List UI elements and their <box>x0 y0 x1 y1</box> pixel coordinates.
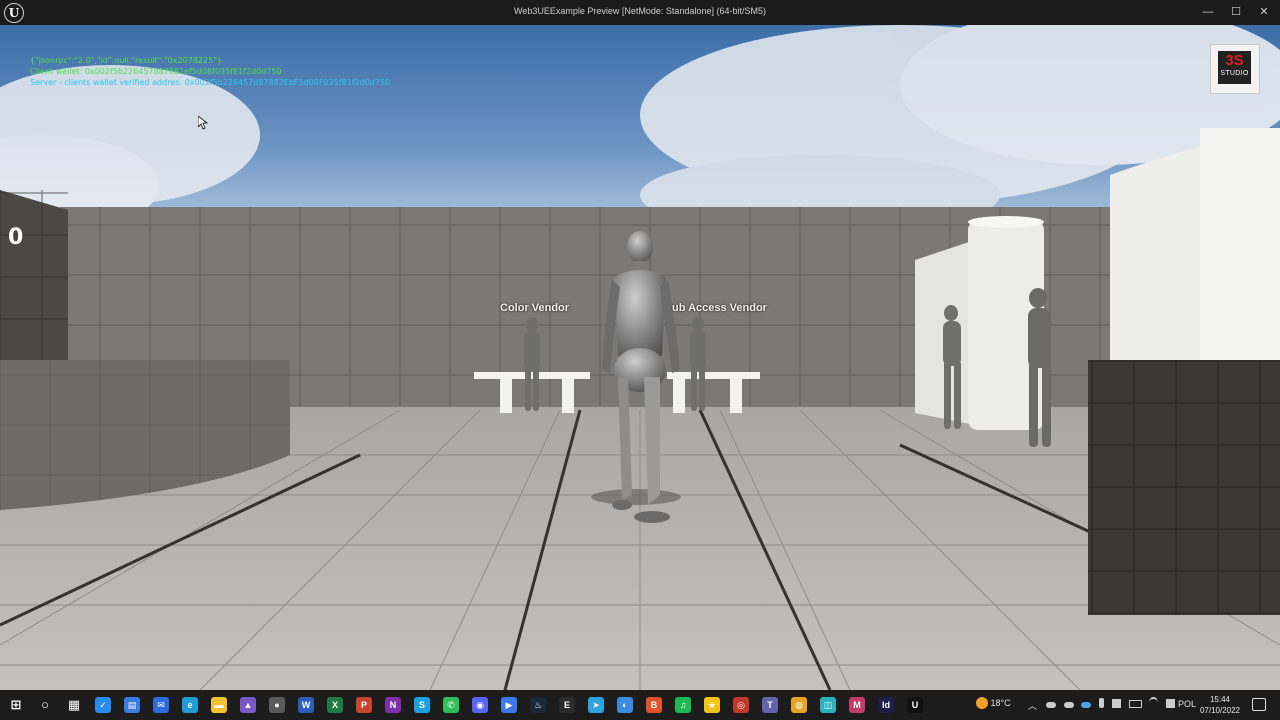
app-icon-4[interactable]: M <box>849 697 865 713</box>
file-explorer-icon[interactable]: ▬ <box>211 697 227 713</box>
window-title: Web3UEExample Preview [NetMode: Standalo… <box>514 6 766 16</box>
indesign-icon[interactable]: Id <box>878 697 894 713</box>
recorder-icon[interactable]: ◎ <box>733 697 749 713</box>
visual-studio-code-icon[interactable]: ✓ <box>95 697 111 713</box>
cloud-icon[interactable] <box>1063 702 1074 708</box>
unreal-engine-icon[interactable]: U <box>907 697 923 713</box>
mouse-cursor-icon <box>198 116 208 130</box>
minimize-button[interactable]: — <box>1193 0 1223 25</box>
whatsapp-icon[interactable]: ✆ <box>443 697 459 713</box>
search-icon[interactable]: ○ <box>37 697 53 713</box>
windows-start-icon[interactable]: ⊞ <box>8 697 24 713</box>
app-icon-3[interactable]: ◫ <box>820 697 836 713</box>
edge-icon[interactable]: e <box>182 697 198 713</box>
debug-line-server-verified: Server - clients wallet verified addres:… <box>30 78 391 87</box>
debug-line-client-wallet: Client wallet: 0x002f5b226457d87882ef5d0… <box>30 67 282 76</box>
game-scene <box>0 25 1280 690</box>
onedrive-icon[interactable] <box>1046 702 1056 708</box>
steam-icon[interactable]: ♨ <box>530 697 546 713</box>
battery-icon[interactable] <box>1128 700 1142 708</box>
chrome-icon[interactable]: ◍ <box>791 697 807 713</box>
debug-log: {"jsonrpc":"2.0","id":null,"result":"0x2… <box>30 55 390 88</box>
onedrive-blue-icon[interactable] <box>1081 702 1092 708</box>
app-icon-2[interactable]: ◐ <box>617 697 633 713</box>
close-button[interactable]: ✕ <box>1249 0 1279 25</box>
studio-logo: 3S STUDIO <box>1210 44 1260 94</box>
pen-icon[interactable] <box>1165 699 1175 708</box>
excel-icon[interactable]: X <box>327 697 343 713</box>
debug-line-jsonrpc: {"jsonrpc":"2.0","id":null,"result":"0x2… <box>30 56 222 65</box>
obs-icon[interactable]: ● <box>269 697 285 713</box>
usb-icon[interactable] <box>1112 699 1122 708</box>
window-titlebar: U Web3UEExample Preview [NetMode: Standa… <box>0 0 1280 25</box>
clock-date: 07/10/2022 <box>1199 706 1241 715</box>
star-app-icon[interactable]: ★ <box>704 697 720 713</box>
app-icon[interactable]: ▶ <box>501 697 517 713</box>
word-icon[interactable]: W <box>298 697 314 713</box>
maximize-button[interactable]: ☐ <box>1221 0 1251 25</box>
tray-icons[interactable] <box>1046 697 1179 710</box>
visual-studio-icon[interactable]: ▲ <box>240 697 256 713</box>
task-view-icon[interactable]: ▦ <box>66 697 82 713</box>
discord-icon[interactable]: ◉ <box>472 697 488 713</box>
mail-icon[interactable]: ✉ <box>153 697 169 713</box>
clock-time: 15:44 <box>1209 695 1231 704</box>
calendar-icon[interactable]: ▤ <box>124 697 140 713</box>
network-icon[interactable] <box>1149 697 1159 708</box>
skype-icon[interactable]: S <box>414 697 430 713</box>
spotify-icon[interactable]: ♫ <box>675 697 691 713</box>
onenote-icon[interactable]: N <box>385 697 401 713</box>
language-indicator[interactable]: POL <box>1178 699 1196 709</box>
notifications-icon[interactable] <box>1252 698 1266 711</box>
studio-logo-mark: 3S <box>1225 52 1244 69</box>
weather-icon <box>976 697 988 709</box>
brave-icon[interactable]: B <box>646 697 662 713</box>
studio-logo-text: STUDIO <box>1220 70 1249 77</box>
microphone-icon[interactable] <box>1098 698 1104 708</box>
tray-chevron-icon[interactable]: ︿ <box>1028 699 1037 712</box>
club-access-vendor-label: ub Access Vendor <box>672 302 767 314</box>
color-vendor-label: Color Vendor <box>500 302 570 314</box>
game-viewport[interactable]: {"jsonrpc":"2.0","id":null,"result":"0x2… <box>0 25 1280 690</box>
epic-games-icon[interactable]: E <box>559 697 575 713</box>
weather-widget[interactable]: 18°C <box>976 697 1011 709</box>
powerpoint-icon[interactable]: P <box>356 697 372 713</box>
teams-icon[interactable]: T <box>762 697 778 713</box>
score-counter: 0 <box>8 225 24 250</box>
taskbar-clock[interactable]: 15:44 07/10/2022 <box>1198 694 1242 716</box>
windows-taskbar: 18°C ︿ POL 15:44 07/10/2022 ⊞ ○ ▦ ✓ ▤ ✉ e ▬ ▲ ● W X… <box>0 690 1280 720</box>
weather-temp: 18°C <box>990 698 1011 708</box>
telegram-icon[interactable]: ➤ <box>588 697 604 713</box>
